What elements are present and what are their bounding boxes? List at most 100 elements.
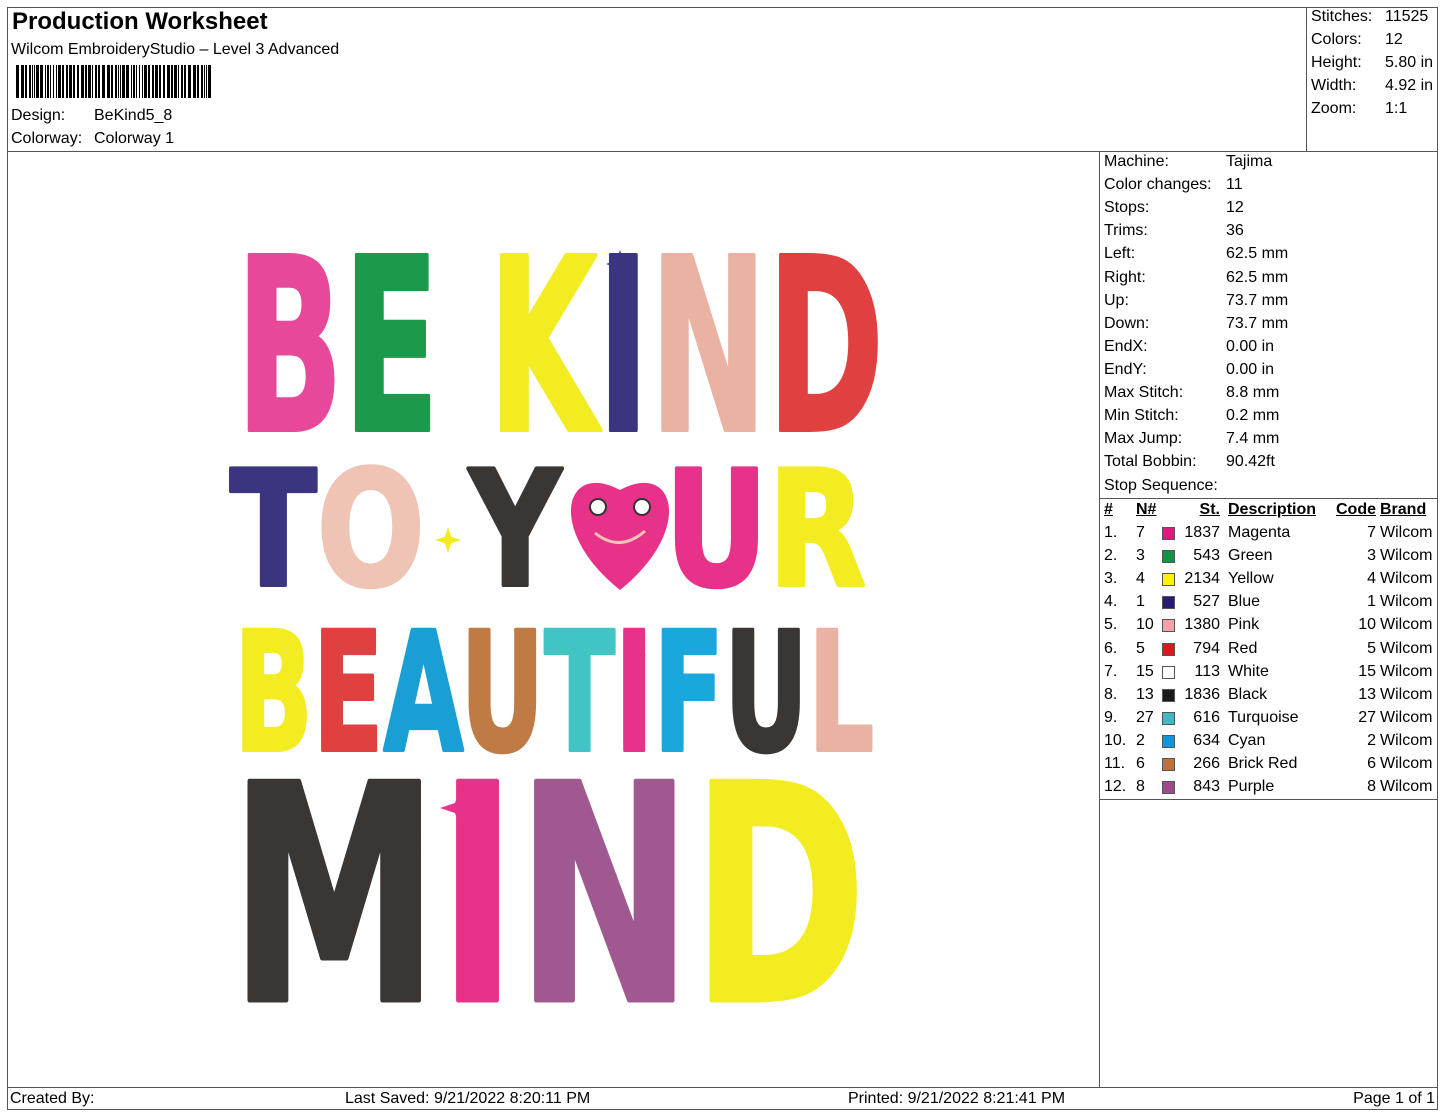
info-value: 90.42ft [1226, 453, 1275, 471]
barcode-bar [36, 65, 39, 98]
info-label: EndY: [1104, 360, 1147, 378]
stat-value: 4.92 in [1385, 77, 1434, 94]
printed-date: Printed: 9/21/2022 8:21:41 PM [848, 1090, 1066, 1107]
colorway-label: Colorway: [11, 130, 83, 147]
barcode-bar [144, 65, 147, 98]
info-value: 62.5 mm [1226, 245, 1289, 263]
barcode-bar [34, 65, 35, 98]
barcode-bar [163, 65, 165, 98]
stat-value: 12 [1385, 31, 1403, 48]
info-value: 7.4 mm [1226, 430, 1280, 448]
table-row: 12. 8 843 Purple 8 Wilcom [1100, 778, 1438, 801]
info-value: 73.7 mm [1226, 314, 1289, 332]
stat-row: Width: 4.92 in [1311, 77, 1433, 95]
info-label: Stops: [1104, 199, 1150, 217]
table-row: 3. 4 2134 Yellow 4 Wilcom [1100, 570, 1438, 593]
cell-needle: 2 [1136, 731, 1145, 749]
cell-code: 6 [1367, 755, 1376, 772]
cell-num: 4. [1104, 593, 1118, 611]
column-header-description: Description [1228, 501, 1317, 518]
cell-needle: 27 [1136, 708, 1154, 726]
barcode-bar [197, 65, 199, 98]
cell-code: 8 [1367, 778, 1376, 796]
cell-code: 1 [1367, 593, 1376, 611]
cell-brand: Wilcom [1380, 570, 1433, 588]
info-value: 0.00 in [1226, 337, 1275, 355]
artwork-letter: R [768, 436, 866, 623]
info-label: EndX: [1104, 337, 1148, 355]
artwork-letter: D [692, 722, 866, 1071]
cell-brand: Wilcom [1380, 593, 1433, 611]
column-header-needle: N# [1136, 501, 1157, 518]
barcode-bar [32, 65, 33, 98]
color-swatch [1162, 642, 1175, 656]
cell-num: 2. [1104, 547, 1118, 565]
cell-description: Pink [1228, 616, 1260, 634]
info-value: 0.2 mm [1226, 407, 1280, 425]
info-row: Max Stitch: 8.8 mm [1104, 384, 1279, 402]
table-row: 8. 13 1836 Black 13 Wilcom [1100, 686, 1438, 709]
barcode-bar [133, 65, 135, 98]
last-saved: Last Saved: 9/21/2022 8:20:11 PM [345, 1090, 591, 1107]
barcode-bar [40, 65, 43, 98]
artwork-letter: I [439, 722, 517, 1071]
table-row: 5. 10 1380 Pink 10 Wilcom [1100, 616, 1438, 639]
cell-description: Turquoise [1228, 708, 1299, 726]
created-by: Created By: [10, 1090, 95, 1107]
info-row: Machine: Tajima [1104, 153, 1272, 171]
page-title: Production Worksheet [12, 8, 268, 35]
barcode-bar [167, 65, 170, 98]
barcode-bar [88, 65, 91, 98]
info-value: 11 [1226, 176, 1243, 194]
info-row: Down: 73.7 mm [1104, 315, 1288, 333]
barcode-bar [152, 65, 154, 98]
info-label: Min Stitch: [1104, 407, 1179, 425]
info-value: 36 [1226, 222, 1244, 240]
barcode-bar [184, 65, 186, 98]
info-value: 12 [1226, 199, 1244, 217]
design-stats: Stitches: 11525 Colors: 12 Height: 5.80 in Wid… [1306, 7, 1438, 152]
stat-label: Height: [1311, 54, 1362, 71]
barcode-bar [208, 65, 211, 98]
info-row: Color changes: 11 [1104, 176, 1243, 194]
column-header-num: # [1104, 501, 1113, 518]
cell-description: Green [1228, 547, 1273, 565]
stat-label: Zoom: [1311, 100, 1357, 117]
cell-num: 3. [1104, 570, 1118, 588]
barcode-bar [107, 65, 110, 98]
table-row: 4. 1 527 Blue 1 Wilcom [1100, 593, 1438, 616]
design-row: Design: BeKind5_8 [11, 107, 172, 125]
barcode-bar [73, 65, 75, 98]
barcode-bar [171, 65, 173, 98]
cell-needle: 3 [1136, 547, 1145, 565]
barcode-bar [148, 65, 150, 98]
barcode-bar [98, 65, 100, 98]
cell-brand: Wilcom [1380, 662, 1433, 680]
cell-brand: Wilcom [1380, 755, 1433, 772]
stat-row: Height: 5.80 in [1311, 54, 1433, 72]
barcode-bar [181, 65, 183, 98]
info-row: Total Bobbin: 90.42ft [1104, 453, 1275, 471]
stat-row: Zoom: 1:1 [1311, 100, 1407, 118]
info-row: EndY: 0.00 in [1104, 361, 1274, 379]
cell-stitches: 266 [1193, 755, 1220, 772]
cell-stitches: 113 [1194, 662, 1220, 680]
artwork-letter: M [230, 722, 439, 1071]
barcode-bar [188, 65, 191, 98]
color-swatch [1162, 665, 1175, 679]
cell-needle: 7 [1136, 524, 1145, 541]
barcode-bar [204, 65, 205, 98]
cell-num: 6. [1104, 639, 1118, 657]
cell-needle: 10 [1136, 616, 1154, 634]
info-row: Max Jump: 7.4 mm [1104, 430, 1279, 448]
info-panel: Machine: Tajima Color changes: 11 Stops: 12 Tr… [1099, 152, 1438, 1087]
cell-brand: Wilcom [1380, 616, 1433, 634]
info-label: Up: [1104, 291, 1129, 309]
cell-brand: Wilcom [1380, 639, 1433, 657]
design-preview: BE KIND TO YOUR BEAUTIFUL MIND [8, 152, 1098, 1087]
cell-description: Red [1228, 639, 1258, 657]
cell-code: 15 [1358, 662, 1376, 680]
cell-brand: Wilcom [1380, 708, 1433, 726]
color-swatch [1162, 596, 1175, 610]
cell-brand: Wilcom [1380, 731, 1433, 749]
